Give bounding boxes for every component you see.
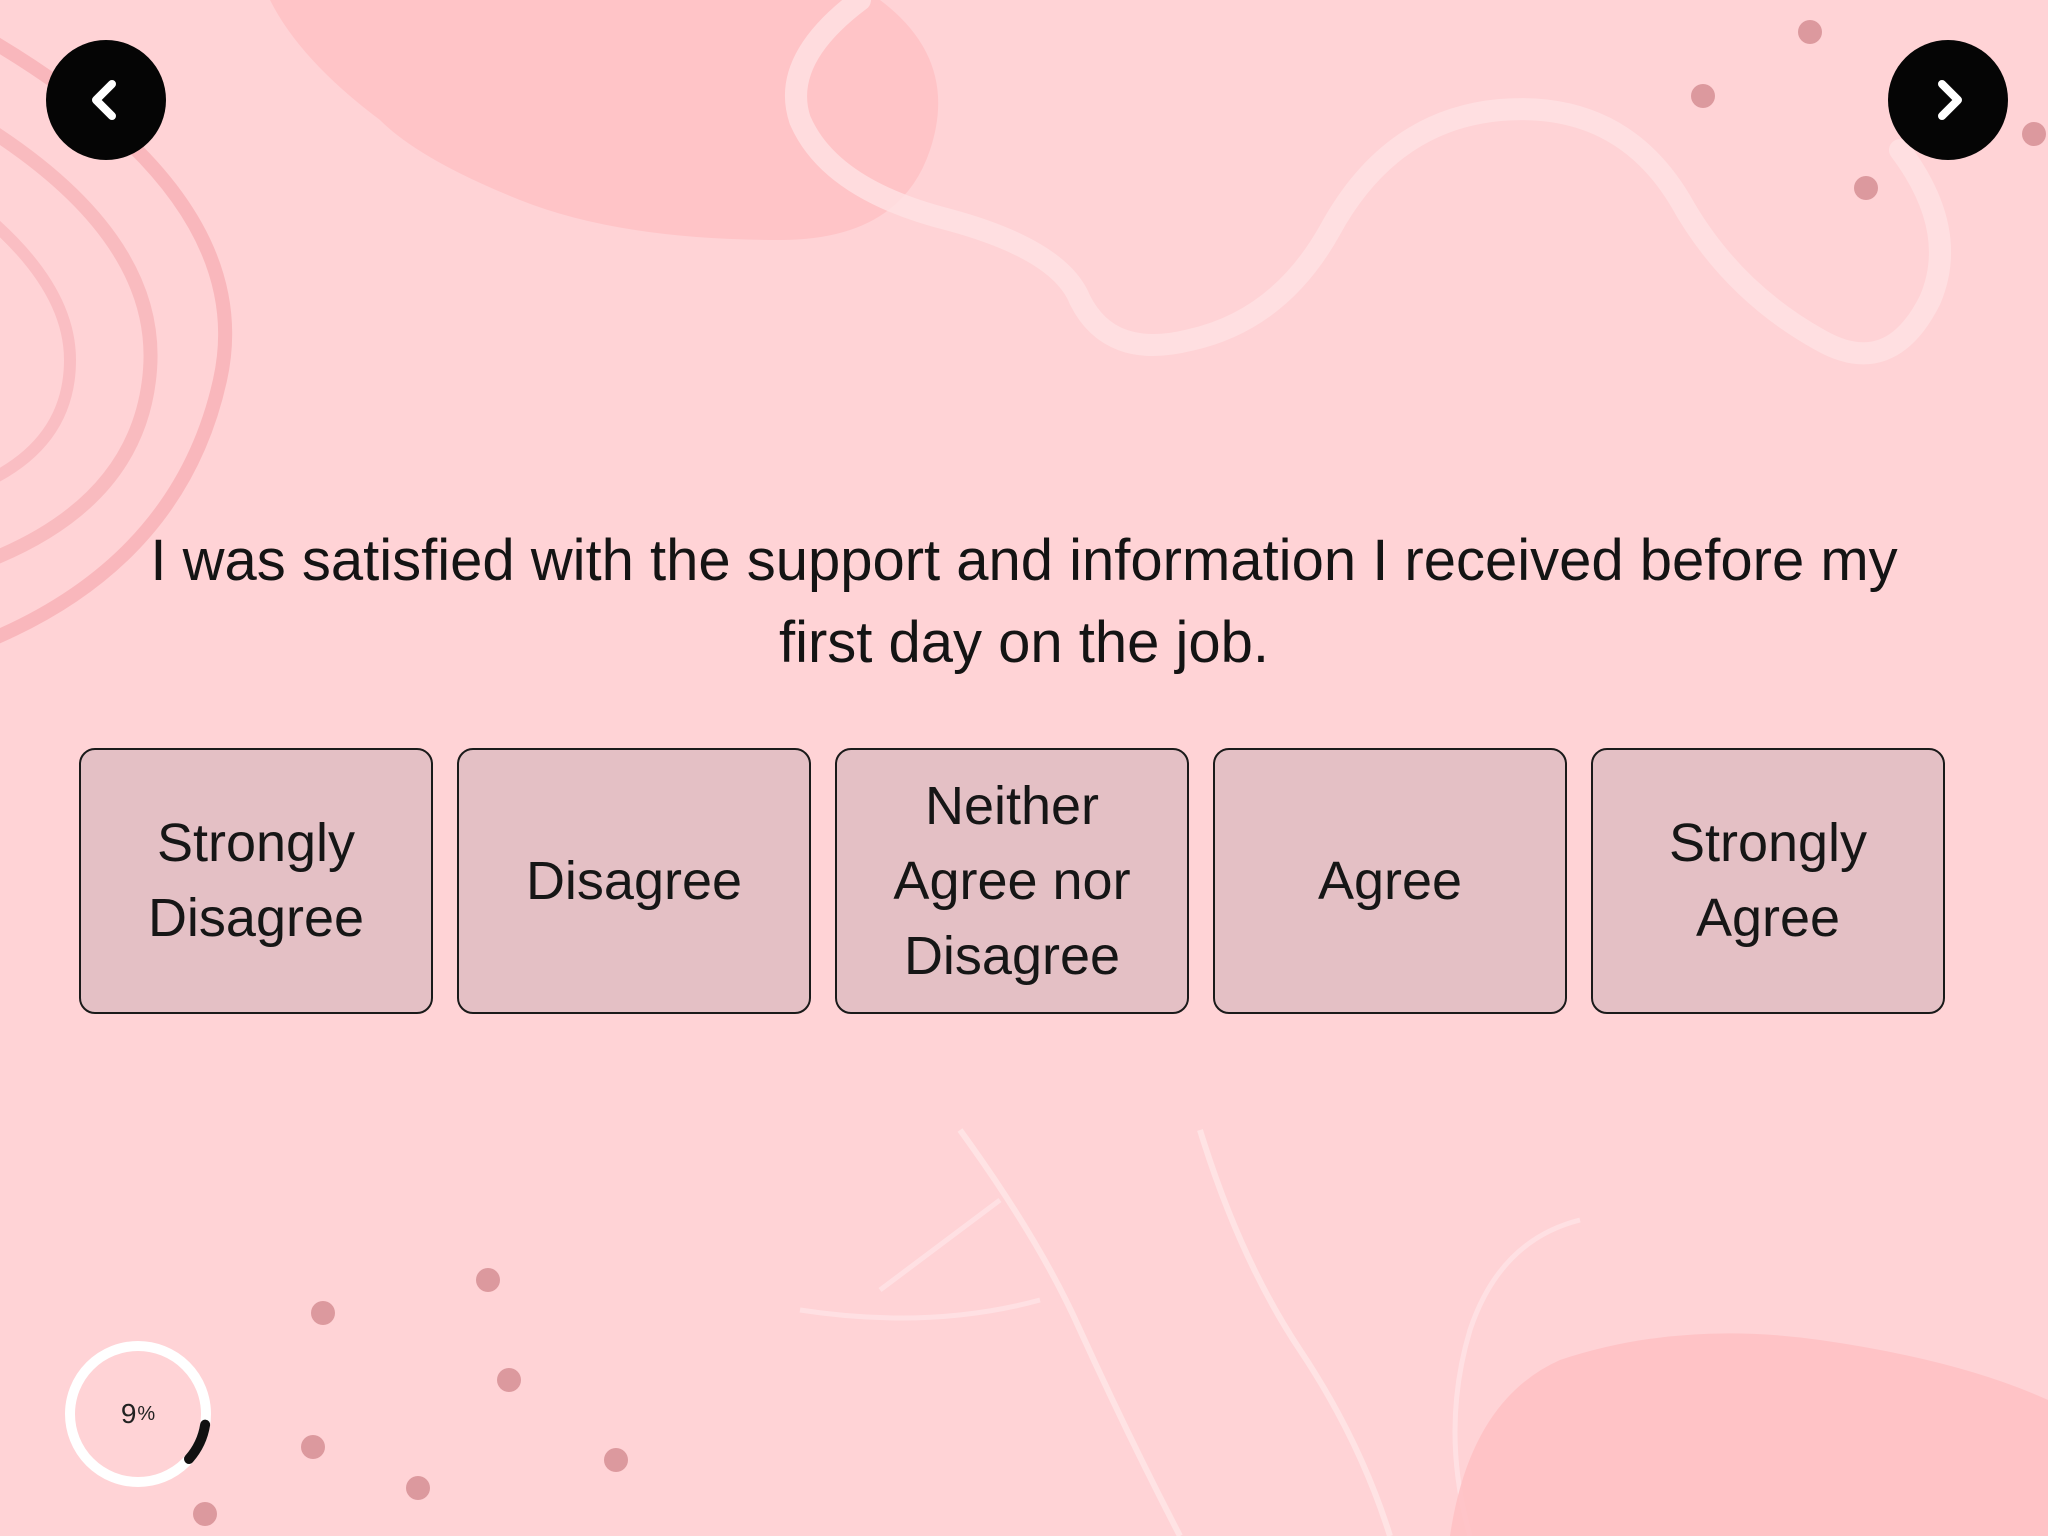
question-text: I was satisfied with the support and inf…	[60, 520, 1988, 684]
option-label-line: Strongly	[1668, 813, 1868, 873]
option-label-line: Agree nor	[893, 850, 1131, 911]
option-label-line: Disagree	[525, 850, 743, 911]
question-line-2: first day on the job.	[778, 610, 1270, 675]
chevron-right-icon	[1938, 80, 1962, 120]
option-disagree[interactable]: Disagree	[457, 748, 811, 1014]
option-neither-agree-nor-disagree[interactable]: Neither Agree nor Disagree	[835, 748, 1189, 1014]
next-button[interactable]	[1888, 40, 2008, 160]
option-label-line: Agree	[1317, 850, 1463, 911]
option-agree[interactable]: Agree	[1213, 748, 1567, 1014]
previous-button[interactable]	[46, 40, 166, 160]
chevron-left-icon	[92, 80, 116, 120]
question-line-1: I was satisfied with the support and inf…	[150, 528, 1898, 593]
option-strongly-agree[interactable]: Strongly Agree	[1591, 748, 1945, 1014]
option-strongly-disagree[interactable]: Strongly Disagree	[79, 748, 433, 1014]
progress-value: 9	[120, 1398, 137, 1429]
option-label-line: Neither	[924, 775, 1100, 836]
option-label-line: Agree	[1695, 888, 1841, 948]
progress-label: 9%	[62, 1338, 214, 1490]
progress-unit: %	[137, 1402, 156, 1425]
progress-indicator: 9%	[62, 1338, 214, 1490]
option-label-line: Disagree	[147, 888, 365, 948]
option-label-line: Strongly	[156, 813, 356, 873]
option-label-line: Disagree	[903, 925, 1121, 986]
